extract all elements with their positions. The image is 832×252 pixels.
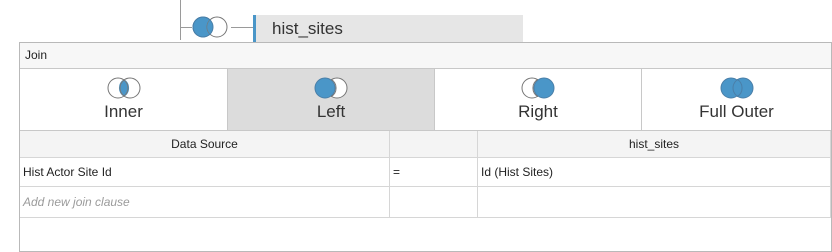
join-type-full-outer[interactable]: Full Outer — [642, 69, 831, 130]
add-join-clause-cell[interactable]: Add new join clause — [20, 187, 390, 217]
join-type-right[interactable]: Right — [435, 69, 642, 130]
left-field-cell[interactable]: Hist Actor Site Id — [20, 158, 390, 186]
join-type-inner[interactable]: Inner — [20, 69, 228, 130]
join-type-selector: Inner Left Right Full Outer — [20, 69, 831, 131]
left-join-icon[interactable] — [190, 14, 232, 40]
table-name: hist_sites — [272, 19, 343, 38]
full-outer-join-icon — [717, 76, 757, 100]
join-dialog: Join Inner Left Right Full Outer Data So… — [19, 42, 832, 252]
column-header-data-source[interactable]: Data Source — [20, 131, 390, 157]
dialog-title: Join — [20, 43, 831, 69]
canvas-connector-line — [180, 0, 181, 40]
empty-operator-cell — [390, 187, 478, 217]
canvas-connector-line — [231, 27, 253, 28]
join-clause-grid: Data Source hist_sites Hist Actor Site I… — [20, 131, 831, 218]
add-join-clause-row[interactable]: Add new join clause — [20, 187, 831, 218]
column-header-operator — [390, 131, 478, 157]
table-pill-hist-sites[interactable]: hist_sites — [253, 15, 523, 42]
join-type-label: Right — [518, 102, 558, 121]
join-type-label: Left — [316, 102, 346, 121]
left-join-icon — [311, 76, 351, 100]
join-type-label: Full Outer — [699, 102, 774, 121]
operator-cell[interactable]: = — [390, 158, 478, 186]
column-header-hist-sites[interactable]: hist_sites — [478, 131, 831, 157]
join-clause-row[interactable]: Hist Actor Site Id = Id (Hist Sites) — [20, 158, 831, 187]
join-type-label: Inner — [104, 102, 143, 121]
inner-join-icon — [104, 76, 144, 100]
empty-right-cell — [478, 187, 831, 217]
right-join-icon — [518, 76, 558, 100]
right-field-cell[interactable]: Id (Hist Sites) — [478, 158, 831, 186]
join-type-left[interactable]: Left — [228, 69, 435, 130]
grid-header-row: Data Source hist_sites — [20, 131, 831, 158]
